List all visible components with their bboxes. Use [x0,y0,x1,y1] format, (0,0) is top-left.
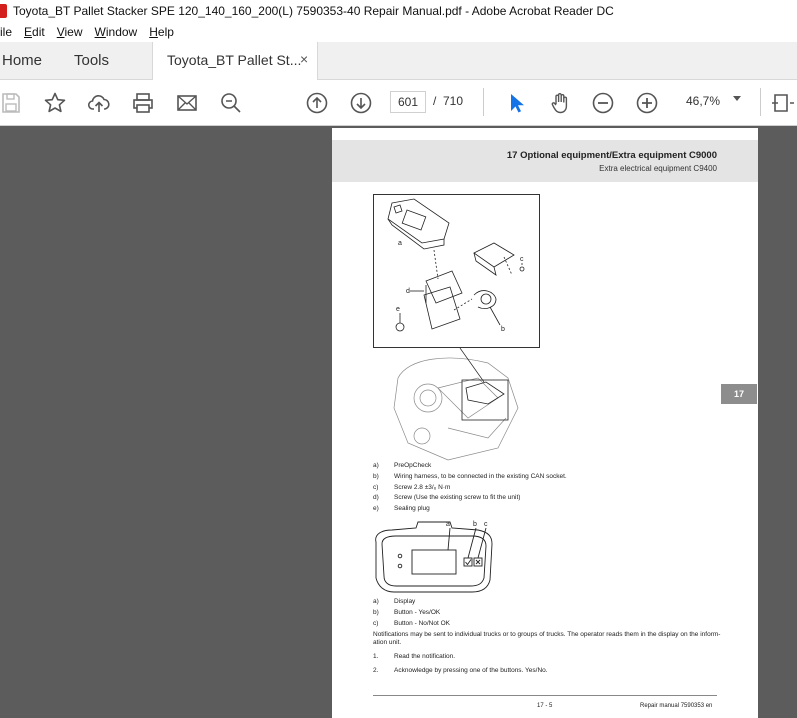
title-bar: Toyota_BT Pallet Stacker SPE 120_140_160… [0,0,797,22]
legend-item: a) Display [373,598,416,605]
body-text: ation unit. [373,639,402,646]
tab-home[interactable]: Home [2,52,42,69]
select-arrow-icon[interactable] [503,90,529,116]
section-title: 17 Optional equipment/Extra equipment C9… [506,150,717,161]
callout-d: d [406,288,410,295]
legend-item: a) PreOpCheck [373,462,432,469]
display-unit-drawing: a b c [375,521,493,593]
callout-a: a [398,240,402,247]
tab-tools[interactable]: Tools [74,52,109,69]
close-tab-icon[interactable]: × [300,51,308,67]
next-page-icon[interactable] [348,90,374,116]
exploded-view-drawing: a b c d e [387,198,525,333]
callout-c: c [520,256,524,263]
email-icon[interactable] [174,90,200,116]
menu-window[interactable]: Window [95,25,138,39]
legend-item: b) Wiring harness, to be connected in the… [373,473,567,480]
section-subtitle: Extra electrical equipment C9400 [599,164,717,173]
legend-item: c) Button - No/Not OK [373,620,450,627]
callout-b: b [473,521,477,528]
body-text: Notifications may be sent to individual … [373,631,721,638]
exploded-view-figure: a b c d e [373,194,540,348]
prev-page-icon[interactable] [304,90,330,116]
bookmark-star-icon[interactable] [42,90,68,116]
hand-icon[interactable] [547,90,573,116]
toolbar: 601 / 710 46,7% [0,80,797,126]
toolbar-divider [760,88,761,116]
page-header: 17 Optional equipment/Extra equipment C9… [332,140,758,182]
page-separator: / [433,94,437,108]
menu-help[interactable]: Help [149,25,174,39]
print-icon[interactable] [130,90,156,116]
legend-item: d) Screw (Use the existing screw to fit t… [373,494,521,501]
footer-page-number: 17 - 5 [537,703,553,709]
zoom-in-icon[interactable] [634,90,660,116]
menu-file[interactable]: ile [0,25,12,39]
tab-bar: Home Tools Toyota_BT Pallet St... × [0,42,797,81]
legend-item: c) Screw 2.8 ±3/₆ N·m [373,484,451,491]
step-item: 1. Read the notification. [373,653,456,660]
callout-a: a [446,521,450,528]
callout-e: e [396,306,400,313]
menu-edit[interactable]: Edit [24,25,45,39]
window-title: Toyota_BT Pallet Stacker SPE 120_140_160… [13,4,614,18]
zoom-level[interactable]: 46,7% [686,94,720,108]
tab-document-label: Toyota_BT Pallet St... [167,52,302,68]
footer-title: Repair manual 7590353 en [640,703,713,709]
zoom-out-icon[interactable] [590,90,616,116]
page-number-input[interactable]: 601 [390,91,426,113]
document-viewer[interactable]: 17 Optional equipment/Extra equipment C9… [0,126,797,718]
search-zoom-icon[interactable] [218,90,244,116]
fit-page-icon[interactable] [769,90,795,116]
tab-document[interactable]: Toyota_BT Pallet St... × [152,42,318,81]
page-total: 710 [443,94,464,108]
legend-item: e) Sealing plug [373,505,430,512]
menu-view[interactable]: View [57,25,83,39]
zoom-dropdown-icon[interactable] [733,96,741,101]
toolbar-divider [483,88,484,116]
legend-item: b) Button - Yes/OK [373,609,441,616]
truck-location-drawing [393,348,519,461]
callout-b: b [501,326,505,333]
pdf-page: 17 Optional equipment/Extra equipment C9… [332,128,758,718]
save-icon[interactable] [0,90,24,116]
menu-bar: ile Edit View Window Help [0,22,797,42]
upload-cloud-icon[interactable] [86,90,112,116]
step-item: 2. Acknowledge by pressing one of the but… [373,667,548,674]
footer-rule [373,695,717,696]
acrobat-logo-icon [0,4,7,18]
callout-c: c [484,521,488,528]
chapter-badge: 17 [721,384,757,404]
